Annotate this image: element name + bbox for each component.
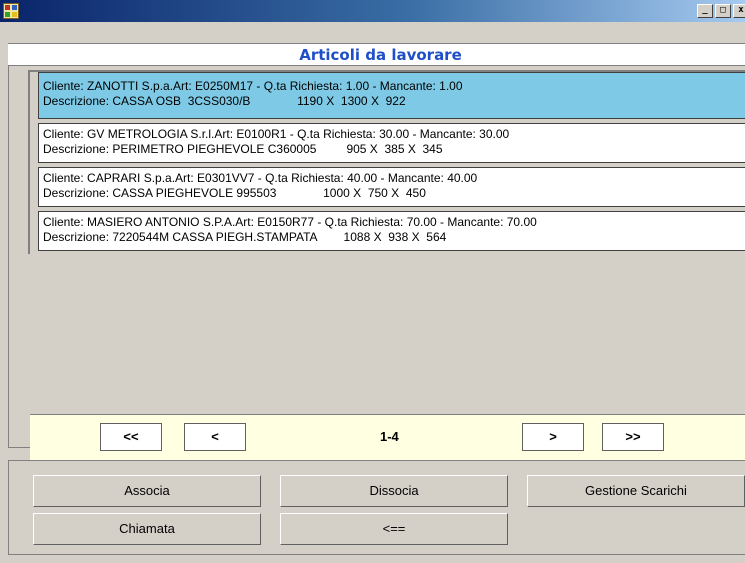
item-client-line: Cliente: ZANOTTI S.p.a.Art: E0250M17 - Q… [43, 79, 463, 93]
list-item[interactable]: Cliente: MASIERO ANTONIO S.P.A.Art: E015… [38, 211, 745, 251]
list-item[interactable]: Cliente: ZANOTTI S.p.a.Art: E0250M17 - Q… [38, 72, 745, 119]
item-description-line: Descrizione: CASSA PIEGHEVOLE 995503 100… [43, 186, 426, 200]
app-icon[interactable] [3, 3, 19, 19]
list-item[interactable]: Cliente: GV METROLOGIA S.r.l.Art: E0100R… [38, 123, 745, 163]
gestione-scarichi-button[interactable]: Gestione Scarichi [527, 475, 745, 507]
item-client-line: Cliente: GV METROLOGIA S.r.l.Art: E0100R… [43, 127, 510, 141]
back-button[interactable]: <== [280, 513, 508, 545]
title-bar[interactable]: _ □ x [0, 0, 745, 22]
next-page-button[interactable]: > [522, 423, 584, 451]
minimize-button[interactable]: _ [697, 4, 713, 18]
last-page-button[interactable]: >> [602, 423, 664, 451]
prev-page-button[interactable]: < [184, 423, 246, 451]
item-description-line: Descrizione: 7220544M CASSA PIEGH.STAMPA… [43, 230, 447, 244]
articles-list: Cliente: ZANOTTI S.p.a.Art: E0250M17 - Q… [38, 72, 745, 255]
dissocia-button[interactable]: Dissocia [280, 475, 508, 507]
item-client-line: Cliente: CAPRARI S.p.a.Art: E0301VV7 - Q… [43, 171, 478, 185]
first-page-button[interactable]: << [100, 423, 162, 451]
maximize-button[interactable]: □ [715, 4, 731, 18]
list-header: Articoli da lavorare [8, 44, 745, 66]
associa-button[interactable]: Associa [33, 475, 261, 507]
list-item[interactable]: Cliente: CAPRARI S.p.a.Art: E0301VV7 - Q… [38, 167, 745, 207]
close-button[interactable]: x [733, 4, 745, 18]
page-title: Articoli da lavorare [299, 46, 462, 64]
chiamata-button[interactable]: Chiamata [33, 513, 261, 545]
item-description-line: Descrizione: PERIMETRO PIEGHEVOLE C36000… [43, 142, 443, 156]
item-client-line: Cliente: MASIERO ANTONIO S.P.A.Art: E015… [43, 215, 537, 229]
item-description-line: Descrizione: CASSA OSB 3CSS030/B 1190 X … [43, 94, 406, 108]
page-indicator: 1-4 [380, 429, 399, 444]
